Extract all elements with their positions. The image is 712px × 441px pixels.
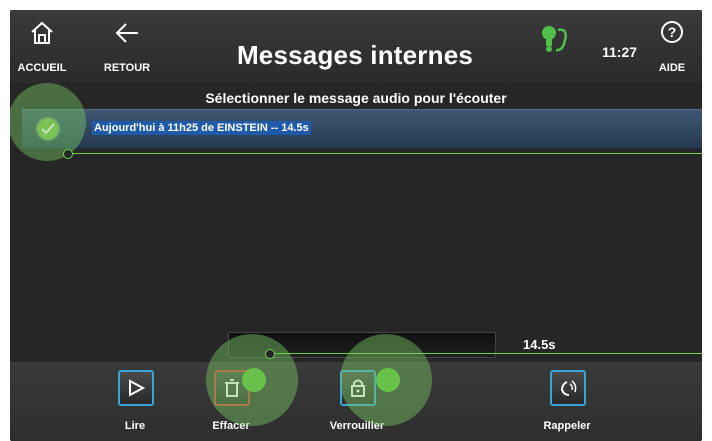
touch-indicator	[10, 83, 86, 161]
touch-trace-pin	[63, 149, 73, 159]
message-row[interactable]: Aujourd'hui à 11h25 de EINSTEIN -- 14.5s	[22, 109, 702, 149]
top-bar: ACCUEIL RETOUR Messages internes 11:27 ?…	[10, 10, 702, 83]
callback-button[interactable]: Rappeler	[522, 370, 612, 440]
callback-icon	[550, 370, 586, 406]
message-label: Aujourd'hui à 11h25 de EINSTEIN -- 14.5s	[92, 121, 311, 135]
help-button[interactable]: ? AIDE	[642, 16, 702, 78]
page-title: Messages internes	[236, 40, 474, 70]
back-label: RETOUR	[103, 62, 151, 74]
help-label: AIDE	[658, 62, 686, 74]
touch-trace-line	[70, 153, 702, 154]
intercom-screen: ACCUEIL RETOUR Messages internes 11:27 ?…	[10, 10, 702, 441]
clock: 11:27	[602, 44, 638, 60]
instruction-text: Sélectionner le message audio pour l'éco…	[205, 90, 507, 106]
svg-text:?: ?	[668, 24, 677, 40]
touch-point	[376, 368, 400, 392]
home-button[interactable]: ACCUEIL	[12, 16, 72, 78]
play-label: Lire	[124, 420, 146, 432]
touch-point	[242, 368, 266, 392]
play-icon	[118, 370, 154, 406]
callback-label: Rappeler	[543, 420, 591, 432]
touch-trace-pin	[265, 349, 275, 359]
play-button[interactable]: Lire	[90, 370, 180, 440]
home-label: ACCUEIL	[17, 62, 67, 74]
back-button[interactable]: RETOUR	[97, 16, 157, 78]
message-duration: 14.5s	[523, 337, 556, 352]
phone-status-icon	[538, 24, 572, 61]
touch-trace-line	[272, 353, 702, 354]
